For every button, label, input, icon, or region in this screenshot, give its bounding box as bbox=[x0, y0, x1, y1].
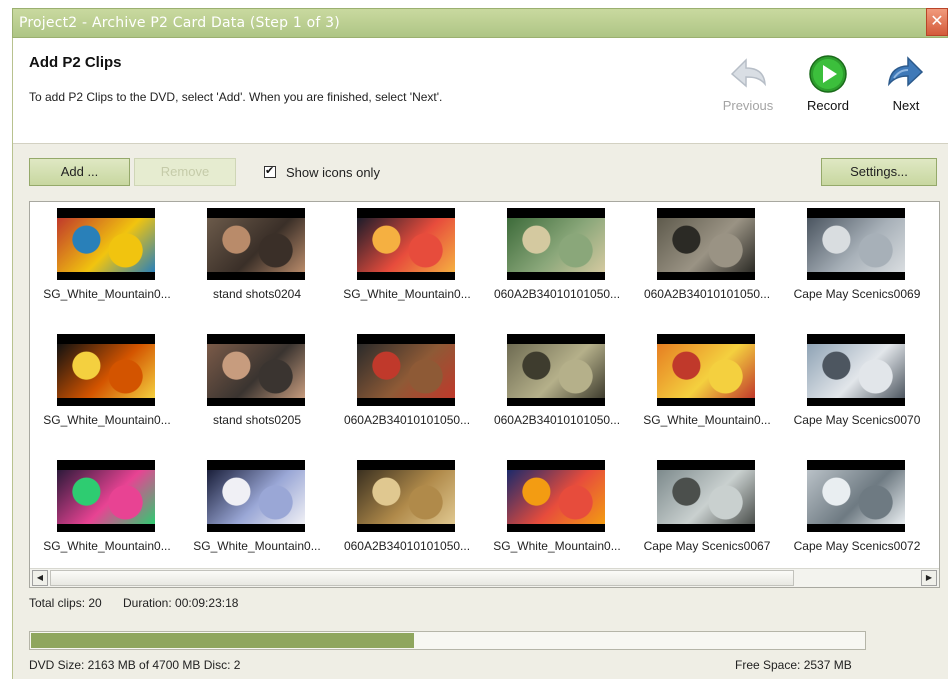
clip-name: 060A2B34010101050... bbox=[343, 413, 471, 427]
clip-item[interactable]: Cape May Scenics0072 bbox=[782, 456, 932, 578]
left-arrow-icon bbox=[730, 58, 766, 88]
clip-thumbnail bbox=[807, 334, 905, 406]
clip-item[interactable]: Cape May Scenics0070 bbox=[782, 330, 932, 452]
close-button[interactable]: ✕ bbox=[926, 8, 948, 36]
clip-name: SG_White_Mountain0... bbox=[43, 539, 171, 553]
clip-item[interactable]: SG_White_Mountain0... bbox=[32, 330, 182, 452]
clip-thumbnail bbox=[657, 460, 755, 532]
close-icon: ✕ bbox=[930, 13, 944, 30]
clip-name: 060A2B34010101050... bbox=[643, 287, 771, 301]
clip-name: SG_White_Mountain0... bbox=[43, 413, 171, 427]
clip-name: stand shots0205 bbox=[212, 413, 302, 427]
clip-item[interactable]: SG_White_Mountain0... bbox=[182, 456, 332, 578]
clip-item[interactable]: 060A2B34010101050... bbox=[332, 456, 482, 578]
clip-thumbnail bbox=[207, 208, 305, 280]
clip-item[interactable]: Cape May Scenics0067 bbox=[632, 456, 782, 578]
record-label: Record bbox=[807, 98, 849, 113]
settings-button[interactable]: Settings... bbox=[821, 158, 937, 186]
clip-name: SG_White_Mountain0... bbox=[193, 539, 321, 553]
remove-button[interactable]: Remove bbox=[134, 158, 236, 186]
window-title: Project2 - Archive P2 Card Data (Step 1 … bbox=[19, 15, 340, 31]
clip-thumbnail bbox=[357, 460, 455, 532]
clip-name: SG_White_Mountain0... bbox=[493, 539, 621, 553]
clip-thumbnail bbox=[657, 334, 755, 406]
right-arrow-icon bbox=[888, 56, 924, 87]
clip-thumbnail bbox=[207, 460, 305, 532]
next-label: Next bbox=[892, 98, 920, 113]
wizard-header: Add P2 Clips To add P2 Clips to the DVD,… bbox=[13, 38, 948, 144]
clip-name: SG_White_Mountain0... bbox=[343, 287, 471, 301]
clip-thumbnail bbox=[357, 208, 455, 280]
clip-name: 060A2B34010101050... bbox=[343, 539, 471, 553]
clip-name: 060A2B34010101050... bbox=[493, 413, 621, 427]
scroll-left-icon[interactable]: ◀ bbox=[32, 570, 48, 586]
next-button[interactable]: Next bbox=[871, 50, 941, 120]
page-title: Add P2 Clips bbox=[29, 54, 122, 71]
clip-name: SG_White_Mountain0... bbox=[43, 287, 171, 301]
record-play-icon bbox=[809, 55, 847, 93]
previous-label: Previous bbox=[722, 98, 774, 113]
disc-usage-bar bbox=[29, 631, 866, 650]
clip-thumbnail bbox=[57, 208, 155, 280]
total-clips-text: Total clips: 20 bbox=[29, 596, 102, 610]
clip-thumbnail bbox=[507, 460, 605, 532]
scroll-thumb[interactable] bbox=[50, 570, 794, 586]
disc-usage-fill bbox=[31, 633, 414, 648]
clip-thumbnail bbox=[357, 334, 455, 406]
clip-item[interactable]: SG_White_Mountain0... bbox=[332, 204, 482, 326]
add-button[interactable]: Add ... bbox=[29, 158, 130, 186]
show-icons-checkbox[interactable] bbox=[264, 164, 276, 178]
clip-name: 060A2B34010101050... bbox=[493, 287, 621, 301]
clip-thumbnail bbox=[657, 208, 755, 280]
scroll-right-icon[interactable]: ▶ bbox=[921, 570, 937, 586]
show-icons-label: Show icons only bbox=[286, 165, 380, 180]
clip-name: SG_White_Mountain0... bbox=[643, 413, 771, 427]
title-bar: Project2 - Archive P2 Card Data (Step 1 … bbox=[12, 8, 948, 38]
clip-item[interactable]: SG_White_Mountain0... bbox=[32, 204, 182, 326]
instructions-text: To add P2 Clips to the DVD, select 'Add'… bbox=[29, 90, 443, 104]
duration-text: Duration: 00:09:23:18 bbox=[123, 596, 239, 610]
previous-button[interactable]: Previous bbox=[713, 50, 783, 120]
clip-item[interactable]: Cape May Scenics0069 bbox=[782, 204, 932, 326]
clip-item[interactable]: 060A2B34010101050... bbox=[482, 330, 632, 452]
clip-thumbnail bbox=[57, 334, 155, 406]
horizontal-scrollbar[interactable]: ◀ ▶ bbox=[30, 568, 939, 587]
clip-item[interactable]: 060A2B34010101050... bbox=[332, 330, 482, 452]
clip-item[interactable]: stand shots0204 bbox=[182, 204, 332, 326]
clip-list[interactable]: SG_White_Mountain0... stand shots0204 SG_W… bbox=[29, 201, 940, 588]
wizard-window: Add P2 Clips To add P2 Clips to the DVD,… bbox=[12, 38, 948, 679]
clip-thumbnail bbox=[507, 334, 605, 406]
clip-name: Cape May Scenics0069 bbox=[793, 287, 921, 301]
clip-name: Cape May Scenics0072 bbox=[793, 539, 921, 553]
clip-item[interactable]: SG_White_Mountain0... bbox=[632, 330, 782, 452]
clip-thumbnail bbox=[57, 460, 155, 532]
clip-name: Cape May Scenics0070 bbox=[793, 413, 921, 427]
clip-thumbnail bbox=[507, 208, 605, 280]
clip-thumbnail bbox=[807, 208, 905, 280]
clip-item[interactable]: SG_White_Mountain0... bbox=[32, 456, 182, 578]
clip-item[interactable]: 060A2B34010101050... bbox=[482, 204, 632, 326]
clip-item[interactable]: 060A2B34010101050... bbox=[632, 204, 782, 326]
clip-name: stand shots0204 bbox=[212, 287, 302, 301]
clip-item[interactable]: SG_White_Mountain0... bbox=[482, 456, 632, 578]
record-button[interactable]: Record bbox=[793, 50, 863, 120]
clip-item[interactable]: stand shots0205 bbox=[182, 330, 332, 452]
free-space-text: Free Space: 2537 MB bbox=[735, 658, 852, 672]
clip-name: Cape May Scenics0067 bbox=[643, 539, 771, 553]
clip-thumbnail bbox=[207, 334, 305, 406]
dvd-size-text: DVD Size: 2163 MB of 4700 MB Disc: 2 bbox=[29, 658, 241, 672]
clip-thumbnail bbox=[807, 460, 905, 532]
